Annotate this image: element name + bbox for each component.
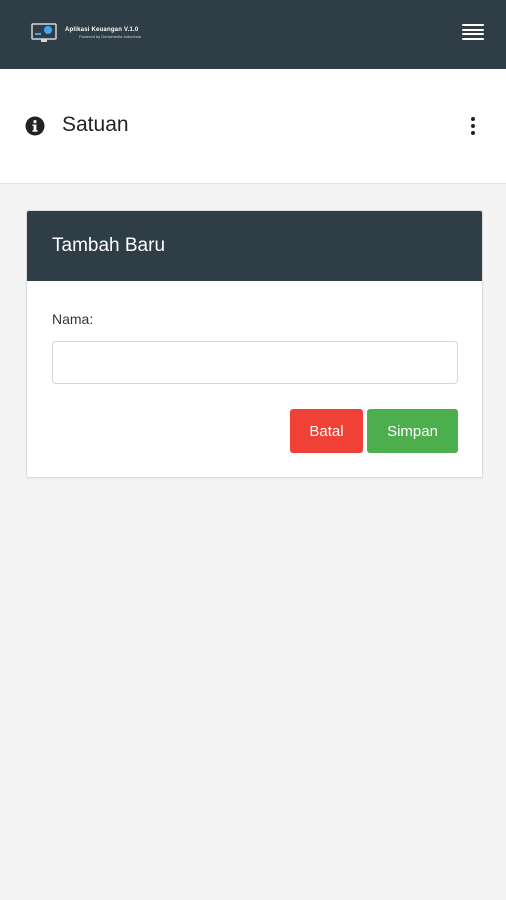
- card-title: Tambah Baru: [52, 235, 166, 256]
- page-title-bar: Satuan: [0, 69, 506, 184]
- cancel-button[interactable]: Batal: [290, 409, 363, 453]
- name-label: Nama:: [52, 311, 94, 327]
- app-logo: Aplikasi Keuangan V.1.0 Powered by Donwm…: [31, 22, 141, 44]
- info-circle-icon: [25, 116, 45, 136]
- vertical-dots-icon[interactable]: [466, 115, 480, 137]
- card-header: Tambah Baru: [27, 211, 482, 281]
- app-header: Aplikasi Keuangan V.1.0 Powered by Donwm…: [0, 0, 506, 69]
- monitor-icon: [31, 23, 57, 42]
- app-subtitle: Powered by Donwmedia Indonesia: [79, 34, 141, 39]
- save-button[interactable]: Simpan: [367, 409, 458, 453]
- hamburger-menu-icon[interactable]: [462, 22, 484, 42]
- add-new-card: Tambah Baru Nama: Batal Simpan: [26, 210, 483, 478]
- page-title: Satuan: [62, 113, 129, 136]
- app-title: Aplikasi Keuangan V.1.0: [65, 27, 139, 33]
- name-input[interactable]: [52, 341, 458, 384]
